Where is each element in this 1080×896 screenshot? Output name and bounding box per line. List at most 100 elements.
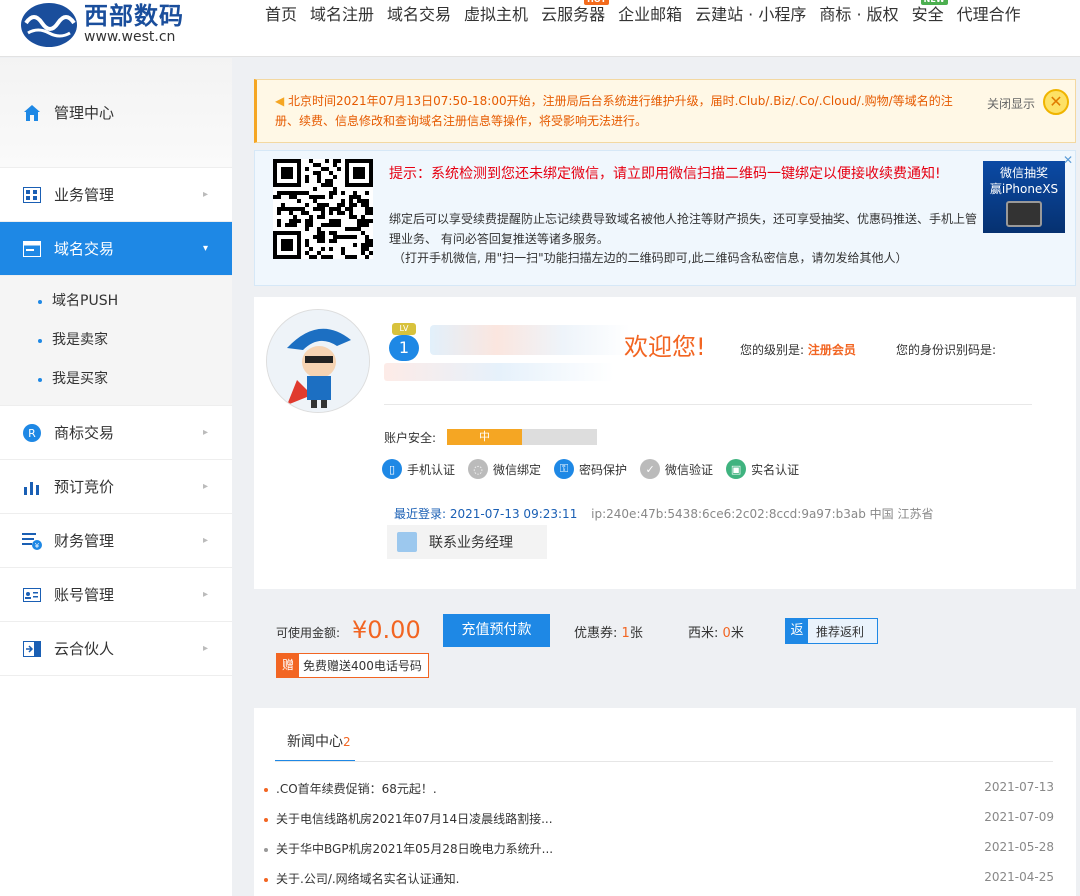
site-logo[interactable]: 西部数码 www.west.cn — [20, 0, 184, 50]
nav-badge: NEW — [920, 0, 948, 5]
tab-news-center[interactable]: 新闻中心2 — [275, 728, 355, 762]
nav-badge: HOT — [584, 0, 610, 5]
chevron-right-icon: ▸ — [202, 588, 208, 600]
safety-meter-fill: 中 — [447, 429, 522, 445]
chevron-right-icon: ▸ — [202, 426, 208, 438]
sidebar-item-label: 域名交易 — [54, 240, 115, 258]
chevron-right-icon: ▸ — [202, 642, 208, 654]
news-item[interactable]: 关于华中BGP机房2021年05月28日晚电力系统升... 2021-05-28 — [264, 840, 1054, 870]
gift-icon: 赠 — [277, 654, 299, 677]
bullet-icon — [264, 878, 268, 882]
verification-item[interactable]: ▣ 实名认证 — [726, 459, 799, 479]
sidebar-item-label: 商标交易 — [54, 424, 115, 442]
main-nav: 首页域名注册域名交易虚拟主机云服务器HOT 企业邮箱云建站 · 小程序商标 · 版… — [265, 0, 1034, 26]
user-info-card: 1 LV 欢迎您! 您的级别是: 注册会员 您的身份识别码是: 账户安全: 中 … — [254, 297, 1076, 589]
news-date: 2021-04-25 — [984, 870, 1054, 884]
sidebar-item-trademark[interactable]: R 商标交易 ▸ — [0, 406, 232, 460]
notice-text: 北京时间2021年07月13日07:50-18:00开始，注册局后台系统进行维护… — [275, 94, 953, 128]
balance-value: ¥0.00 — [352, 616, 421, 644]
nav-item[interactable]: 商标 · 版权 — [819, 4, 898, 26]
balance-panel: 可使用金额: ¥0.00 充值预付款 优惠券: 1张 西米: 0米 返 推荐返利… — [254, 604, 1076, 684]
avatar[interactable] — [266, 309, 370, 413]
wechat-icon: ◌ — [468, 459, 489, 479]
contact-manager-button[interactable]: 联系业务经理 — [387, 525, 547, 559]
nav-item[interactable]: 云建站 · 小程序 — [695, 4, 806, 26]
phone-image-icon — [1006, 201, 1042, 227]
referral-rebate-button[interactable]: 返 推荐返利 — [785, 618, 878, 644]
wechat-bind-tip: （打开手机微信, 用"扫一扫"功能扫描左边的二维码即可,此二维码含私密信息，请勿… — [393, 251, 908, 265]
sidebar-item-account[interactable]: 账号管理 ▸ — [0, 568, 232, 622]
close-icon[interactable]: ✕ — [1043, 89, 1069, 115]
phone-icon: ▯ — [382, 459, 402, 479]
verification-item[interactable]: ⚿ 密码保护 — [554, 459, 627, 479]
id-card-icon: ▣ — [726, 459, 747, 479]
nav-item[interactable]: 云服务器HOT — [541, 0, 610, 26]
promo-close-icon[interactable]: ✕ — [1063, 153, 1073, 167]
logo-mark-icon — [20, 1, 78, 49]
partner-icon — [22, 639, 42, 659]
verification-item[interactable]: ✓ 微信验证 — [640, 459, 713, 479]
sidebar-item-business[interactable]: 业务管理 ▸ — [0, 168, 232, 222]
news-title: 关于.公司/.网络域名实名认证通知. — [276, 872, 460, 886]
sidebar-item-finance[interactable]: ¥ 财务管理 ▸ — [0, 514, 232, 568]
sidebar-item-label: 云合伙人 — [54, 640, 115, 658]
news-title: 关于华中BGP机房2021年05月28日晚电力系统升... — [276, 842, 554, 856]
recharge-button[interactable]: 充值预付款 — [443, 614, 550, 647]
sidebar-sub-push[interactable]: 域名PUSH — [0, 282, 232, 321]
safety-meter: 中 — [447, 429, 597, 445]
blurred-username-line — [384, 363, 614, 381]
member-level-value: 注册会员 — [807, 343, 856, 357]
nav-item[interactable]: 企业邮箱 — [618, 4, 682, 26]
sidebar-item-partner[interactable]: 云合伙人 ▸ — [0, 622, 232, 676]
top-header: 西部数码 www.west.cn 首页域名注册域名交易虚拟主机云服务器HOT 企业… — [0, 0, 1080, 57]
nav-item[interactable]: 安全NEW — [912, 0, 948, 26]
blurred-username — [430, 325, 630, 355]
verification-list: ▯ 手机认证 ◌ 微信绑定 ⚿ 密码保护 ✓ 微信验证 ▣ 实名认证 — [382, 459, 812, 479]
news-item[interactable]: 关于电信线路机房2021年07月14日凌晨线路割接... 2021-07-09 — [264, 810, 1054, 840]
news-item[interactable]: 关于.公司/.网络域名实名认证通知. 2021-04-25 — [264, 870, 1054, 896]
news-center: 新闻中心2 .CO首年续费促销：68元起！. 2021-07-13 关于电信线路机房… — [254, 708, 1076, 896]
balance-label: 可使用金额: — [276, 626, 341, 640]
sidebar-item-domain-trade[interactable]: 域名交易 ▾ — [0, 222, 232, 276]
verify-icon: ✓ — [640, 459, 661, 479]
nav-item[interactable]: 代理合作 — [957, 4, 1021, 26]
lottery-promo-banner[interactable]: 微信抽奖 赢iPhoneXS — [983, 161, 1065, 233]
news-date: 2021-05-28 — [984, 840, 1054, 854]
nav-item[interactable]: 域名注册 — [310, 4, 374, 26]
nav-item[interactable]: 虚拟主机 — [464, 4, 528, 26]
divider — [384, 404, 1032, 405]
maintenance-notice: ◀︎ 北京时间2021年07月13日07:50-18:00开始，注册局后台系统进… — [254, 79, 1076, 143]
identity-code-label: 您的身份识别码是: — [896, 343, 997, 357]
sidebar-item-label: 账号管理 — [54, 586, 115, 604]
coupon-count[interactable]: 优惠券: 1张 — [574, 622, 643, 641]
sidebar-item-dashboard[interactable]: 管理中心 — [0, 58, 232, 168]
finance-icon: ¥ — [22, 531, 42, 551]
sidebar-item-bidding[interactable]: 预订竞价 ▸ — [0, 460, 232, 514]
sidebar-item-label: 管理中心 — [54, 104, 115, 122]
home-icon — [22, 103, 42, 123]
notice-hide-link[interactable]: 关闭显示 — [987, 95, 1035, 112]
verification-item[interactable]: ▯ 手机认证 — [382, 459, 455, 479]
sidebar-sub-seller[interactable]: 我是卖家 — [0, 321, 232, 360]
news-title: 关于电信线路机房2021年07月14日凌晨线路割接... — [276, 812, 553, 826]
nav-item[interactable]: 域名交易 — [387, 4, 451, 26]
sidebar-item-label: 业务管理 — [54, 186, 115, 204]
logo-name: 西部数码 — [84, 2, 184, 30]
last-login-ip: ip:240e:47b:5438:6ce6:2c02:8ccd:9a97:b3a… — [591, 507, 934, 521]
news-item[interactable]: .CO首年续费促销：68元起！. 2021-07-13 — [264, 780, 1054, 810]
sidebar-item-label: 预订竞价 — [54, 478, 115, 496]
nav-item[interactable]: 首页 — [265, 4, 297, 26]
sidebar-sub-buyer[interactable]: 我是买家 — [0, 360, 232, 399]
ximi-count[interactable]: 西米: 0米 — [688, 622, 744, 641]
wechat-bind-desc: 绑定后可以享受续费提醒防止忘记续费导致域名被他人抢注等财产损失，还可享受抽奖、优… — [389, 212, 978, 246]
wechat-bind-title: 提示：系统检测到您还未绑定微信，请立即用微信扫描二维码一键绑定以便接收续费通知! — [389, 166, 941, 182]
wechat-bind-panel: 提示：系统检测到您还未绑定微信，请立即用微信扫描二维码一键绑定以便接收续费通知!… — [254, 150, 1076, 286]
news-date: 2021-07-13 — [984, 780, 1054, 794]
verification-item[interactable]: ◌ 微信绑定 — [468, 459, 541, 479]
domain-icon — [22, 239, 42, 259]
speaker-icon: ◀︎ — [275, 94, 289, 108]
free-400-number-link[interactable]: 赠 免费赠送400电话号码 — [276, 653, 429, 678]
qr-code-icon — [273, 159, 373, 259]
news-title: .CO首年续费促销：68元起！. — [276, 782, 437, 796]
bullet-icon — [264, 848, 268, 852]
